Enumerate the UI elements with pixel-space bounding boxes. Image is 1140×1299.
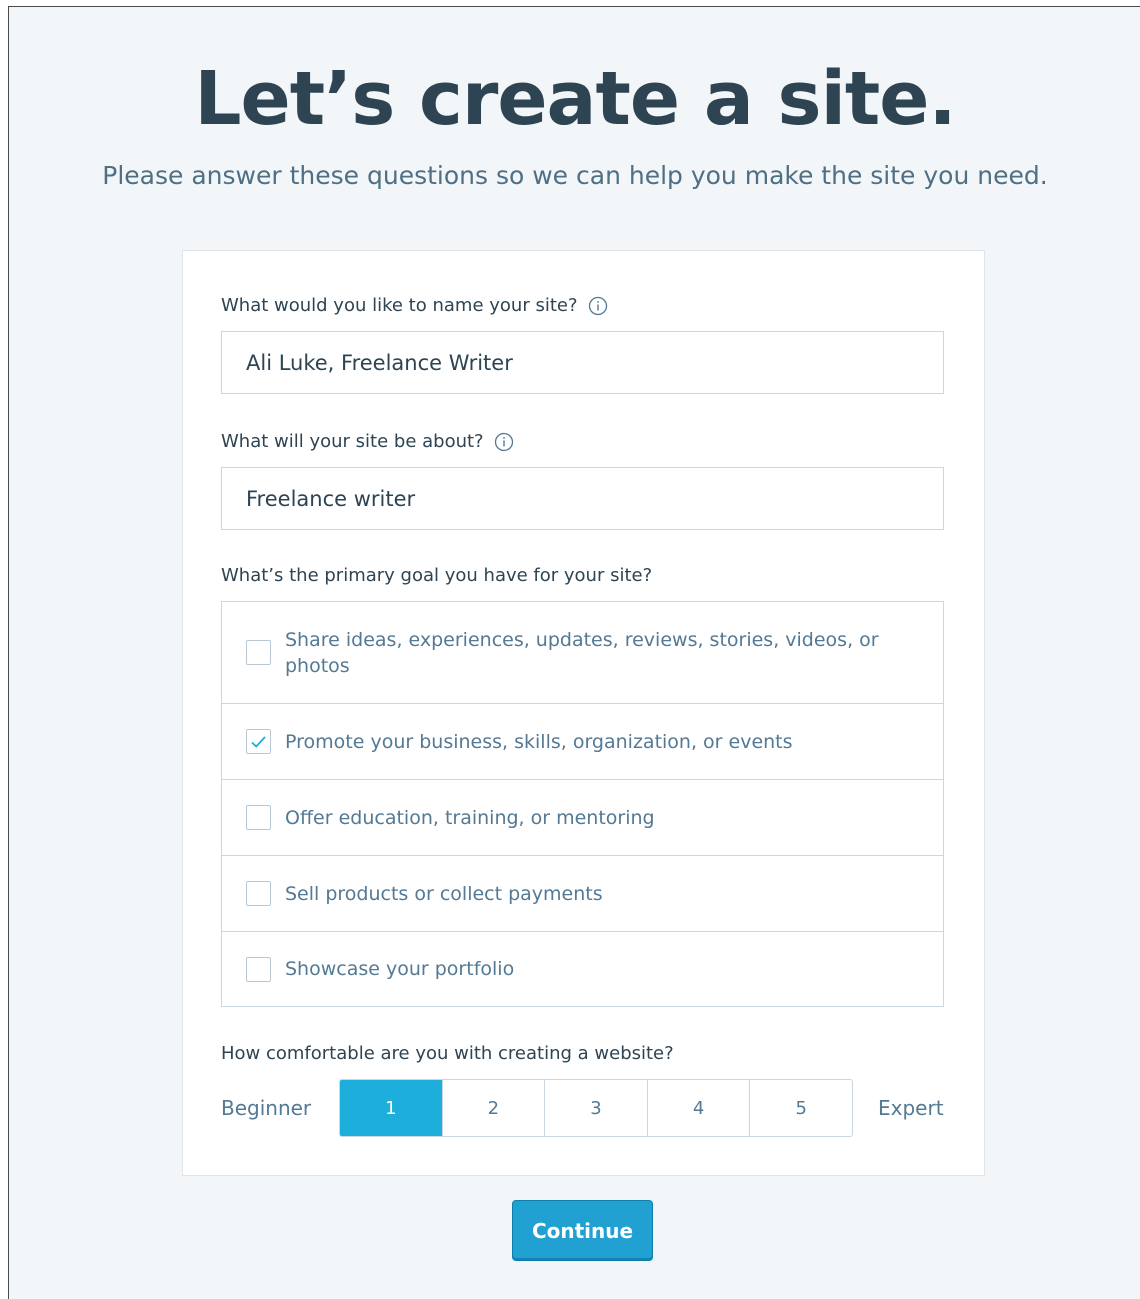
checkbox[interactable] [246, 640, 271, 665]
goal-option-sell[interactable]: Sell products or collect payments [222, 856, 943, 932]
checkbox[interactable] [246, 881, 271, 906]
checkbox-checked[interactable] [246, 729, 271, 754]
checkbox[interactable] [246, 956, 271, 982]
comfort-option-1[interactable]: 1 [340, 1080, 443, 1136]
comfort-scale: 1 2 3 4 5 [339, 1079, 853, 1137]
info-icon[interactable] [588, 296, 608, 316]
page-title: Let’s create a site. [194, 56, 956, 142]
goal-option-label: Offer education, training, or mentoring [285, 806, 655, 829]
comfort-option-3[interactable]: 3 [545, 1080, 648, 1136]
goal-option-promote[interactable]: Promote your business, skills, organizat… [222, 704, 943, 780]
goal-option-label: Showcase your portfolio [285, 958, 515, 980]
goal-checkbox-list: Share ideas, experiences, updates, revie… [221, 601, 944, 1007]
goal-option-educate[interactable]: Offer education, training, or mentoring [222, 780, 943, 856]
comfort-label: How comfortable are you with creating a … [221, 1043, 674, 1064]
continue-button[interactable]: Continue [512, 1200, 653, 1261]
comfort-option-4[interactable]: 4 [648, 1080, 751, 1136]
goal-option-share[interactable]: Share ideas, experiences, updates, revie… [222, 602, 943, 704]
checkbox[interactable] [246, 805, 271, 830]
site-about-input[interactable] [221, 467, 944, 530]
site-about-label: What will your site be about? [221, 431, 484, 452]
comfort-scale-row: Beginner 1 2 3 4 5 Expert [221, 1079, 949, 1137]
goal-option-portfolio[interactable]: Showcase your portfolio [222, 932, 943, 1006]
comfort-option-5[interactable]: 5 [750, 1080, 852, 1136]
site-goal-label: What’s the primary goal you have for you… [221, 565, 653, 586]
scale-max-label: Expert [878, 1096, 944, 1120]
site-name-label-row: What would you like to name your site? [221, 295, 608, 316]
info-icon[interactable] [494, 432, 514, 452]
site-name-input[interactable] [221, 331, 944, 394]
goal-option-label: Share ideas, experiences, updates, revie… [285, 628, 879, 677]
goal-option-label: Promote your business, skills, organizat… [285, 730, 793, 753]
site-setup-form: What would you like to name your site? W… [182, 250, 985, 1176]
comfort-option-2[interactable]: 2 [443, 1080, 546, 1136]
goal-option-label: Sell products or collect payments [285, 882, 603, 905]
site-about-label-row: What will your site be about? [221, 431, 514, 452]
page-subtitle: Please answer these questions so we can … [102, 161, 1048, 190]
site-name-label: What would you like to name your site? [221, 295, 578, 316]
checkmark-icon [251, 735, 266, 748]
scale-min-label: Beginner [221, 1096, 312, 1120]
